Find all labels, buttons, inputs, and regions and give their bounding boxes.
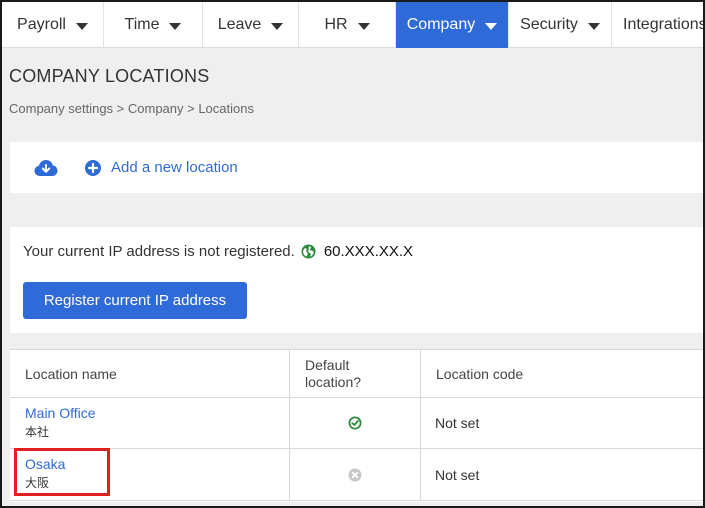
location-code: Not set <box>435 466 480 483</box>
caret-down-icon <box>75 22 88 30</box>
nav-item-company[interactable]: Company <box>396 2 509 48</box>
location-code: Not set <box>435 415 480 431</box>
ip-message: Your current IP address is not registere… <box>23 243 295 260</box>
ip-status: Your current IP address is not registere… <box>23 243 413 260</box>
table-header-row: Location name Default location? Location… <box>10 350 703 398</box>
nav-item-security[interactable]: Security <box>509 2 612 48</box>
nav-item-leave[interactable]: Leave <box>203 2 299 48</box>
x-circle-icon <box>348 468 362 481</box>
caret-down-icon <box>271 22 284 30</box>
cloud-download-icon[interactable] <box>34 159 58 177</box>
breadcrumb: Company settings > Company > Locations <box>9 101 254 116</box>
header-cell-default: Default location? <box>290 350 421 397</box>
cell-location-name: Main Office 本社 <box>10 398 290 448</box>
nav-item-hr[interactable]: HR <box>299 2 396 48</box>
nav-item-label: HR <box>324 16 348 33</box>
caret-down-icon <box>169 22 182 30</box>
table-row: Main Office 本社 Not set <box>10 398 703 449</box>
globe-icon <box>301 244 316 259</box>
action-bar: Add a new location <box>10 142 703 193</box>
cell-default <box>290 449 421 500</box>
caret-down-icon <box>587 22 600 30</box>
header-cell-name: Location name <box>10 350 290 397</box>
ip-panel: Your current IP address is not registere… <box>10 227 703 333</box>
location-subname: 本社 <box>25 425 50 439</box>
nav-item-label: Company <box>406 16 476 33</box>
nav-item-time[interactable]: Time <box>104 2 203 48</box>
main-nav: Payroll Time Leave HR Company Security I… <box>2 2 705 48</box>
location-subname: 大阪 <box>25 476 50 490</box>
location-link-osaka[interactable]: Osaka <box>25 456 65 472</box>
ip-address: 60.XXX.XX.X <box>323 243 414 260</box>
register-ip-button[interactable]: Register current IP address <box>23 282 247 319</box>
app-frame: Payroll Time Leave HR Company Security I… <box>0 0 705 508</box>
nav-item-payroll[interactable]: Payroll <box>2 2 104 48</box>
cell-location-code: Not set <box>421 449 703 500</box>
location-link-main-office[interactable]: Main Office <box>25 405 96 421</box>
nav-item-label: Payroll <box>17 16 66 33</box>
add-location-link[interactable]: Add a new location <box>111 159 238 176</box>
nav-item-label: Time <box>124 16 160 33</box>
nav-item-label: Integrations <box>623 16 705 33</box>
nav-item-label: Leave <box>217 16 262 33</box>
caret-down-icon <box>485 22 498 30</box>
table-row: Osaka 大阪 Not set <box>10 449 703 501</box>
header-label: Default <box>305 357 350 373</box>
page-title: COMPANY LOCATIONS <box>9 66 210 86</box>
cell-default <box>290 398 421 448</box>
check-circle-icon <box>348 416 362 430</box>
header-cell-code: Location code <box>421 350 703 397</box>
header-label: location? <box>305 374 362 390</box>
locations-table: Location name Default location? Location… <box>10 349 703 502</box>
nav-item-integrations[interactable]: Integrations <box>612 2 705 48</box>
cell-location-name: Osaka 大阪 <box>10 449 290 500</box>
header-label: Location name <box>25 366 117 382</box>
cell-location-code: Not set <box>421 398 703 448</box>
caret-down-icon <box>357 22 370 30</box>
nav-item-label: Security <box>520 16 578 33</box>
plus-circle-icon[interactable] <box>85 159 101 176</box>
header-label: Location code <box>436 366 524 382</box>
